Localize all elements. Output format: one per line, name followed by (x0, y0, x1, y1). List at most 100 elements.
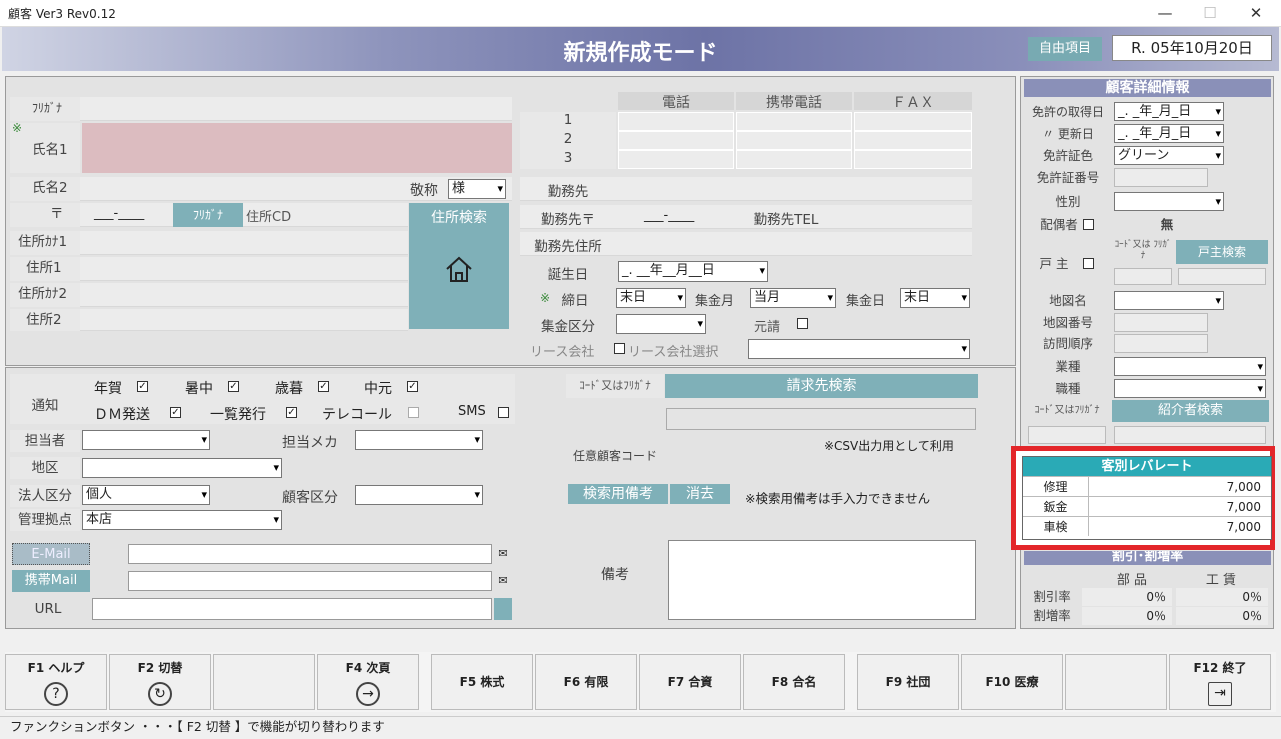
referrer-code-label: ｺｰﾄﾞ又はﾌﾘｶﾞﾅ (1034, 405, 1100, 416)
area-select[interactable] (82, 458, 282, 478)
mobile-mail-button[interactable]: 携帯Mail (12, 570, 90, 592)
f1-help-button[interactable]: F1 ヘルプ? (5, 654, 107, 710)
close-day-select[interactable]: 末日 (616, 288, 686, 308)
f11-blank-button[interactable] (1065, 654, 1167, 710)
fax-1-input[interactable] (854, 112, 972, 131)
discount-col-parts: 部 品 (1116, 573, 1148, 588)
household-search-button[interactable]: 戸主検索 (1176, 240, 1268, 264)
furigana-button[interactable]: ﾌﾘｶﾞﾅ (173, 203, 243, 227)
collect-type-label: 集金区分 (541, 319, 595, 335)
telecall-checkbox[interactable] (408, 407, 419, 418)
rate-value-sheetmetal[interactable]: 7,000 (1089, 497, 1271, 516)
chugen-checkbox[interactable]: ✓ (407, 381, 418, 392)
cust-type-select[interactable] (355, 485, 483, 505)
renew-select[interactable]: _. _年_月_日 (1114, 124, 1224, 143)
license-color-select[interactable]: グリーン (1114, 146, 1224, 165)
rate-value-inspection[interactable]: 7,000 (1089, 517, 1271, 536)
shochu-checkbox[interactable]: ✓ (228, 381, 239, 392)
remarks-textarea[interactable] (668, 540, 976, 620)
gender-select[interactable] (1114, 192, 1224, 211)
spouse-checkbox[interactable] (1083, 219, 1094, 230)
search-memo-button[interactable]: 検索用備考 (568, 484, 668, 504)
url-input[interactable] (92, 598, 492, 620)
collect-type-select[interactable] (616, 314, 706, 334)
close-button[interactable]: ✕ (1236, 2, 1276, 24)
premium-parts-value[interactable]: 0％ (1082, 607, 1172, 625)
required-mark: ※ (12, 121, 23, 135)
url-label: URL (34, 601, 62, 617)
household-code-input[interactable] (1114, 268, 1172, 285)
f4-next-button[interactable]: F4 次頁 → (317, 654, 419, 710)
discount-parts-value[interactable]: 0％ (1082, 588, 1172, 606)
mobile-mail-input[interactable] (128, 571, 492, 591)
job-select[interactable] (1114, 379, 1266, 398)
f5-button[interactable]: F5 株式 (431, 654, 533, 710)
tel-2-input[interactable] (618, 131, 734, 150)
free-item-button[interactable]: 自由項目 (1028, 37, 1102, 61)
erase-button[interactable]: 消去 (670, 484, 730, 504)
household-checkbox[interactable] (1083, 258, 1094, 269)
honorific-select[interactable]: 様 (448, 179, 506, 199)
url-open-button[interactable] (494, 598, 512, 620)
work-zip-input[interactable]: ___-____ (644, 208, 694, 223)
referrer-name-input[interactable] (1114, 426, 1266, 444)
collect-month-select[interactable]: 当月 (750, 288, 836, 308)
motouke-checkbox[interactable] (797, 318, 808, 329)
mobile-2-input[interactable] (736, 131, 852, 150)
fax-3-input[interactable] (854, 150, 972, 169)
email-input[interactable] (128, 544, 492, 564)
dm-checkbox[interactable]: ✓ (170, 407, 181, 418)
f6-button[interactable]: F6 有限 (535, 654, 637, 710)
zip-input[interactable]: ___-____ (94, 206, 144, 221)
list-checkbox[interactable]: ✓ (286, 407, 297, 418)
minimize-button[interactable]: — (1145, 2, 1185, 24)
sms-checkbox[interactable] (498, 407, 509, 418)
visit-order-input[interactable] (1114, 334, 1208, 353)
name2-label[interactable]: 氏名2 (10, 177, 80, 201)
map-name-select[interactable] (1114, 291, 1224, 310)
billing-code-input[interactable] (666, 408, 976, 430)
renew-label: 〃 更新日 (1042, 127, 1094, 141)
tel-1-input[interactable] (618, 112, 734, 131)
email-send-icon[interactable]: ✉ (494, 544, 512, 564)
collect-day-select[interactable]: 末日 (900, 288, 970, 308)
seibo-checkbox[interactable]: ✓ (318, 381, 329, 392)
f12-exit-button[interactable]: F12 終了 ⇥ (1169, 654, 1271, 710)
premium-labor-value[interactable]: 0％ (1176, 607, 1268, 625)
f2-switch-button[interactable]: F2 切替 ↻ (109, 654, 211, 710)
industry-select[interactable] (1114, 357, 1266, 376)
email-button[interactable]: E-Mail (12, 543, 90, 565)
staff-maker-select[interactable] (355, 430, 483, 450)
f10-button[interactable]: F10 医療 (961, 654, 1063, 710)
referrer-code-input[interactable] (1028, 426, 1106, 444)
mobile-3-input[interactable] (736, 150, 852, 169)
f8-button[interactable]: F8 合名 (743, 654, 845, 710)
billing-search-button[interactable]: 請求先検索 (665, 374, 978, 398)
license-date-select[interactable]: _. _年_月_日 (1114, 102, 1224, 121)
household-name-input[interactable] (1178, 268, 1266, 285)
collect-month-label: 集金月 (695, 294, 735, 309)
referrer-search-button[interactable]: 紹介者検索 (1112, 400, 1269, 422)
discount-labor-value[interactable]: 0％ (1176, 588, 1268, 606)
maximize-button[interactable]: ☐ (1190, 2, 1230, 24)
staff-select[interactable] (82, 430, 210, 450)
f9-button[interactable]: F9 社団 (857, 654, 959, 710)
map-no-input[interactable] (1114, 313, 1208, 332)
lease-select[interactable] (748, 339, 970, 359)
address-search-button[interactable]: 住所検索 (409, 203, 509, 329)
corp-select[interactable]: 個人 (82, 485, 210, 505)
name1-input[interactable] (82, 123, 512, 173)
mobile-mail-send-icon[interactable]: ✉ (494, 571, 512, 591)
f3-blank-button[interactable] (213, 654, 315, 710)
license-no-input[interactable] (1114, 168, 1208, 187)
base-select[interactable]: 本店 (82, 510, 282, 530)
fax-2-input[interactable] (854, 131, 972, 150)
birthday-select[interactable]: _. __年__月__日 (618, 261, 768, 282)
rate-value-repair[interactable]: 7,000 (1089, 477, 1271, 496)
f7-button[interactable]: F7 合資 (639, 654, 741, 710)
mobile-1-input[interactable] (736, 112, 852, 131)
tel-3-input[interactable] (618, 150, 734, 169)
corp-label: 法人区分 (10, 485, 80, 507)
nenga-checkbox[interactable]: ✓ (137, 381, 148, 392)
lease-checkbox[interactable] (614, 343, 625, 354)
